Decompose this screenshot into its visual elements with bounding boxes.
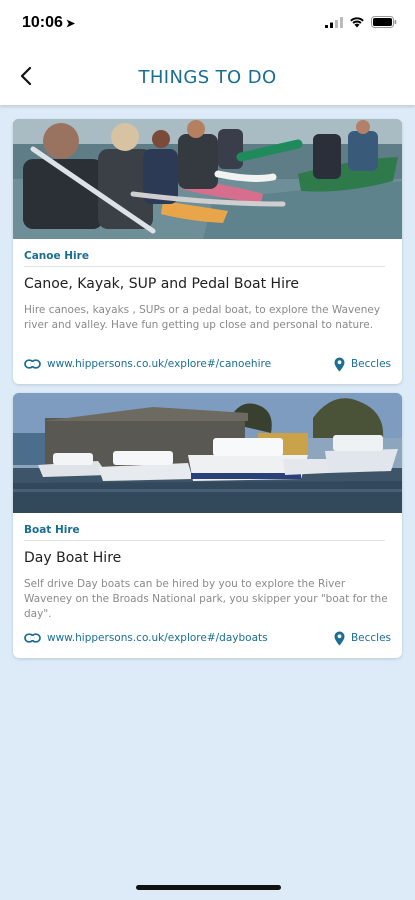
signal-icon (325, 16, 343, 28)
map-pin-icon (334, 357, 345, 371)
canoe-kayak-photo (13, 119, 402, 239)
wifi-icon (350, 17, 364, 28)
battery-icon (371, 16, 397, 28)
divider (24, 266, 385, 267)
status-time: 10:06 ➤ (22, 14, 75, 32)
card-title: Day Boat Hire (24, 550, 122, 566)
website-link-text: www.hippersons.co.uk/explore#/canoehire (47, 358, 272, 370)
card-description: Self drive Day boats can be hired by you… (24, 578, 388, 620)
navigation-arrow-icon: ➤ (65, 18, 76, 30)
divider (24, 540, 385, 541)
status-bar: 10:06 ➤ (0, 0, 415, 50)
website-link[interactable]: www.hippersons.co.uk/explore#/dayboats (24, 632, 268, 644)
category-label: Canoe Hire (24, 250, 89, 262)
website-link-text: www.hippersons.co.uk/explore#/dayboats (47, 632, 268, 644)
header: THINGS TO DO (0, 50, 415, 105)
category-label: Boat Hire (24, 524, 80, 536)
page-title: THINGS TO DO (138, 67, 277, 88)
card-description: Hire canoes, kayaks , SUPs or a pedal bo… (24, 304, 381, 331)
activity-card-boat-hire[interactable]: Boat Hire Day Boat Hire Self drive Day b… (13, 393, 402, 658)
map-pin-icon (334, 631, 345, 645)
status-icons (325, 16, 397, 28)
day-boats-photo (13, 393, 402, 513)
home-indicator[interactable] (136, 885, 281, 890)
link-row: www.hippersons.co.uk/explore#/canoehire … (24, 355, 391, 373)
link-icon (24, 633, 41, 643)
website-link[interactable]: www.hippersons.co.uk/explore#/canoehire (24, 358, 271, 370)
clock: 10:06 (22, 14, 63, 31)
location-text: Beccles (350, 358, 391, 370)
link-icon (24, 359, 41, 369)
link-row: www.hippersons.co.uk/explore#/dayboats B… (24, 629, 391, 647)
location-link[interactable]: Beccles (334, 631, 391, 646)
card-title: Canoe, Kayak, SUP and Pedal Boat Hire (24, 276, 300, 292)
location-text: Beccles (350, 632, 391, 644)
activity-card-canoe-hire[interactable]: Canoe Hire Canoe, Kayak, SUP and Pedal B… (13, 119, 402, 384)
location-link[interactable]: Beccles (334, 357, 391, 372)
